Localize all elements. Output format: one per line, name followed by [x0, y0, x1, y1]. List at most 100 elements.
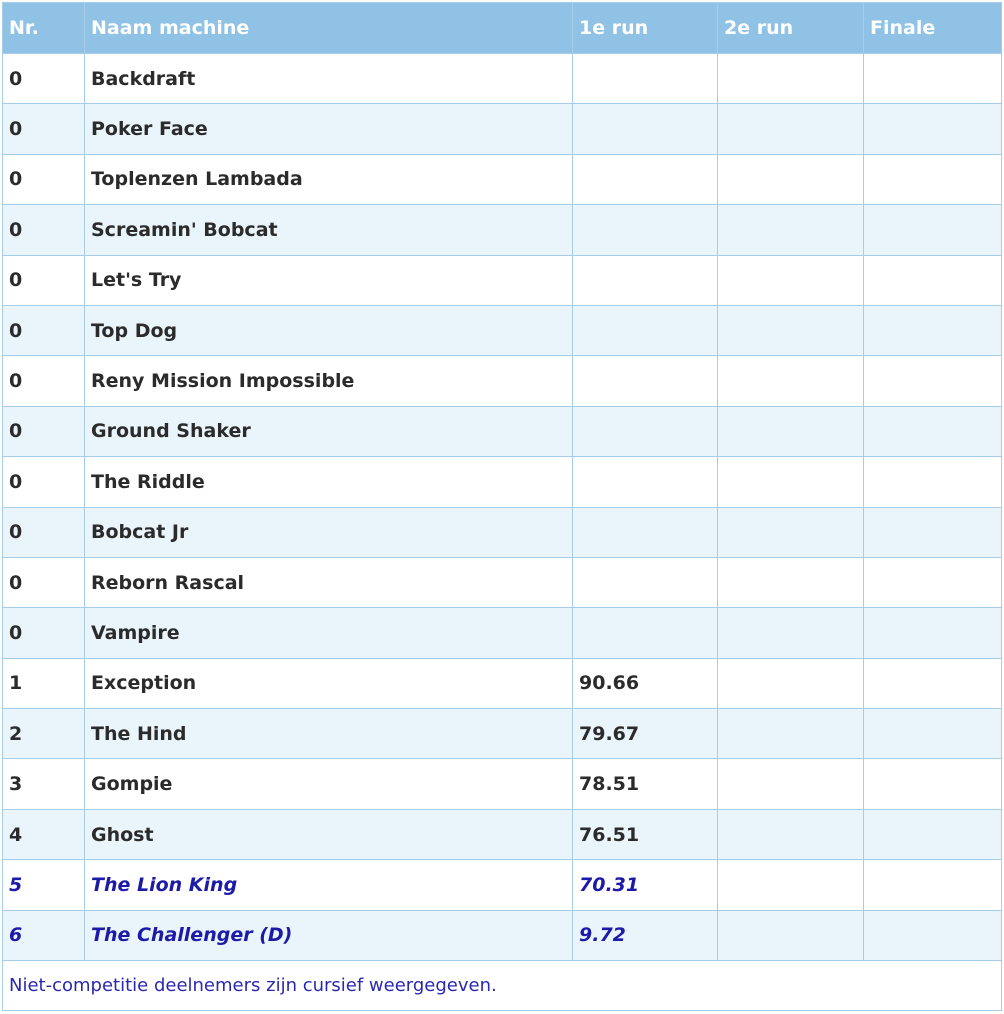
cell-run-1	[572, 556, 718, 609]
cell-run-2	[717, 859, 864, 911]
table-row: 0 Top Dog	[2, 304, 1002, 357]
cell-machine-name: Exception	[84, 657, 573, 710]
cell-run-2	[717, 456, 864, 508]
cell-final	[863, 456, 1002, 508]
cell-run-1	[572, 204, 718, 256]
cell-run-2	[717, 607, 864, 659]
cell-run-1	[572, 103, 718, 155]
cell-run-2	[717, 808, 864, 861]
cell-final	[863, 909, 1002, 962]
cell-machine-name: The Hind	[84, 708, 573, 760]
table-row: 5 The Lion King 70.31	[2, 859, 1002, 911]
table-row: 0 Let's Try	[2, 254, 1002, 306]
cell-machine-name: Toplenzen Lambada	[84, 153, 573, 206]
cell-run-1: 9.72	[572, 909, 718, 962]
cell-run-2	[717, 657, 864, 710]
cell-final	[863, 607, 1002, 659]
cell-nr: 0	[2, 52, 85, 105]
cell-run-2	[717, 204, 864, 256]
table-row: 2 The Hind 79.67	[2, 708, 1002, 760]
cell-run-2	[717, 355, 864, 407]
cell-run-1	[572, 52, 718, 105]
cell-run-2	[717, 52, 864, 105]
cell-nr: 0	[2, 607, 85, 659]
cell-run-2	[717, 153, 864, 206]
cell-nr: 4	[2, 808, 85, 861]
cell-run-2	[717, 909, 864, 962]
table-row: 4 Ghost 76.51	[2, 808, 1002, 861]
cell-final	[863, 103, 1002, 155]
cell-final	[863, 556, 1002, 609]
cell-machine-name: Backdraft	[84, 52, 573, 105]
cell-run-2	[717, 506, 864, 558]
footnote: Niet-competitie deelnemers zijn cursief …	[2, 960, 1002, 1012]
cell-nr: 2	[2, 708, 85, 760]
header-final: Finale	[863, 2, 1002, 54]
cell-final	[863, 355, 1002, 407]
cell-run-1	[572, 153, 718, 206]
results-table: Nr. Naam machine 1e run 2e run Finale 0B…	[2, 2, 1002, 1012]
cell-nr: 0	[2, 254, 85, 306]
cell-run-1	[572, 506, 718, 558]
cell-nr: 0	[2, 456, 85, 508]
cell-nr: 0	[2, 103, 85, 155]
cell-run-2	[717, 708, 864, 760]
header-run-2: 2e run	[717, 2, 864, 54]
cell-nr: 3	[2, 758, 85, 810]
cell-run-1	[572, 254, 718, 306]
cell-machine-name: The Lion King	[84, 859, 573, 911]
cell-nr: 0	[2, 506, 85, 558]
table-header: Nr. Naam machine 1e run 2e run Finale	[2, 2, 1002, 54]
table-row: 0 Screamin' Bobcat	[2, 204, 1002, 256]
table-row: 1 Exception 90.66	[2, 657, 1002, 710]
cell-final	[863, 657, 1002, 710]
cell-run-2	[717, 556, 864, 609]
cell-final	[863, 758, 1002, 810]
cell-nr: 0	[2, 556, 85, 609]
cell-run-1	[572, 607, 718, 659]
cell-run-2	[717, 304, 864, 357]
cell-run-1	[572, 355, 718, 407]
cell-final	[863, 304, 1002, 357]
cell-machine-name: Ground Shaker	[84, 405, 573, 458]
cell-run-2	[717, 405, 864, 458]
table-row: 0 Toplenzen Lambada	[2, 153, 1002, 206]
cell-machine-name: Reborn Rascal	[84, 556, 573, 609]
table-row: 0 Reborn Rascal	[2, 556, 1002, 609]
cell-final	[863, 52, 1002, 105]
cell-nr: 0	[2, 405, 85, 458]
table-row: 0 Reny Mission Impossible	[2, 355, 1002, 407]
cell-machine-name: Ghost	[84, 808, 573, 861]
cell-run-1	[572, 405, 718, 458]
cell-machine-name: The Riddle	[84, 456, 573, 508]
cell-machine-name: Reny Mission Impossible	[84, 355, 573, 407]
cell-nr: 0	[2, 355, 85, 407]
cell-final	[863, 153, 1002, 206]
table-row: 0 The Riddle	[2, 456, 1002, 508]
header-machine-name: Naam machine	[84, 2, 573, 54]
table-row: 0 Poker Face	[2, 103, 1002, 155]
cell-run-2	[717, 103, 864, 155]
cell-run-1: 90.66	[572, 657, 718, 710]
cell-nr: 0	[2, 204, 85, 256]
cell-final	[863, 708, 1002, 760]
cell-final	[863, 204, 1002, 256]
cell-run-1	[572, 456, 718, 508]
cell-final	[863, 808, 1002, 861]
cell-final	[863, 506, 1002, 558]
cell-machine-name: Poker Face	[84, 103, 573, 155]
table-row: 0 Bobcat Jr	[2, 506, 1002, 558]
cell-nr: 6	[2, 909, 85, 962]
cell-machine-name: Top Dog	[84, 304, 573, 357]
cell-run-1: 76.51	[572, 808, 718, 861]
cell-run-1: 79.67	[572, 708, 718, 760]
table-row: 6 The Challenger (D) 9.72	[2, 909, 1002, 962]
cell-run-1: 78.51	[572, 758, 718, 810]
cell-machine-name: Let's Try	[84, 254, 573, 306]
table-row: 3 Gompie 78.51	[2, 758, 1002, 810]
cell-machine-name: Bobcat Jr	[84, 506, 573, 558]
cell-final	[863, 254, 1002, 306]
header-nr: Nr.	[2, 2, 85, 54]
cell-machine-name: Vampire	[84, 607, 573, 659]
cell-run-1	[572, 304, 718, 357]
